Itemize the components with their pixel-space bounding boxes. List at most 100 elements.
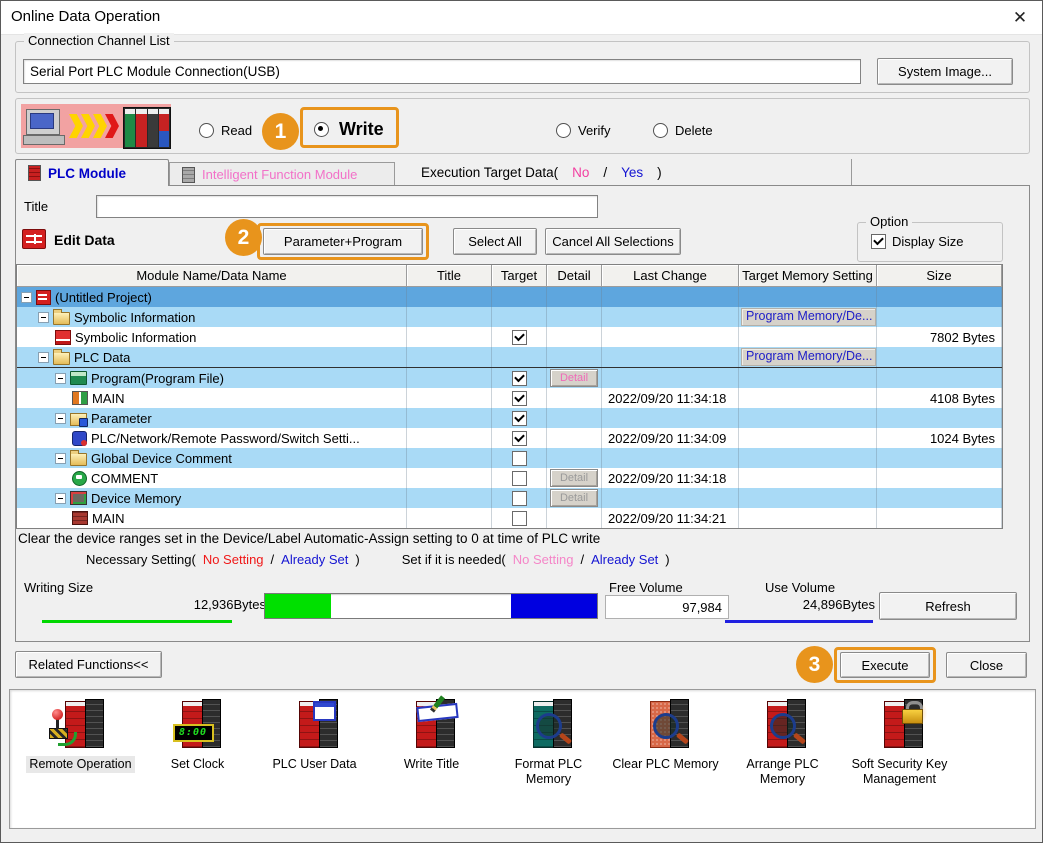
necessary-setting-prefix: Necessary Setting( xyxy=(86,552,196,567)
connection-channel-field[interactable]: Serial Port PLC Module Connection(USB) xyxy=(23,59,861,84)
related-function-item[interactable]: Arrange PLC Memory xyxy=(724,698,841,788)
joystick-ball-icon xyxy=(52,709,63,720)
last-change-cell xyxy=(602,347,739,367)
minus-icon xyxy=(58,458,63,459)
detail-cell xyxy=(547,307,602,327)
table-row[interactable]: Parameter xyxy=(17,408,1002,428)
target-checkbox[interactable] xyxy=(512,371,527,386)
tab-plc-module[interactable]: PLC Module xyxy=(15,159,169,186)
arrange-plc-memory-icon xyxy=(753,698,813,750)
radio-circle-icon xyxy=(199,123,214,138)
step-1-badge: 1 xyxy=(262,113,299,150)
select-all-button[interactable]: Select All xyxy=(453,228,537,255)
write-radio-label: Write xyxy=(339,119,384,140)
computer-base-icon xyxy=(23,135,65,145)
collapse-toggle[interactable] xyxy=(21,292,32,303)
clear-device-ranges-note: Clear the device ranges set in the Devic… xyxy=(18,531,600,546)
minus-icon xyxy=(24,297,29,298)
write-radio[interactable]: Write xyxy=(314,119,384,140)
related-function-item[interactable]: Clear PLC Memory xyxy=(607,698,724,788)
related-function-item[interactable]: Soft Security Key Management xyxy=(841,698,958,788)
display-size-checkbox[interactable]: Display Size xyxy=(871,234,964,249)
data-table: Module Name/Data NameTitleTargetDetailLa… xyxy=(16,264,1003,529)
target-checkbox[interactable] xyxy=(512,330,527,345)
table-row[interactable]: Symbolic Information7802 Bytes xyxy=(17,327,1002,347)
step-2-badge: 2 xyxy=(225,219,262,256)
table-row[interactable]: Symbolic InformationProgram Memory/De... xyxy=(17,307,1002,327)
setting-legend-note: Necessary Setting( No Setting / Already … xyxy=(86,552,670,567)
target-cell xyxy=(492,428,547,448)
related-function-item[interactable]: Remote Operation xyxy=(22,698,139,788)
detail-button[interactable]: Detail xyxy=(550,489,598,507)
module-name-cell: Global Device Comment xyxy=(17,448,407,468)
table-row[interactable]: MAIN2022/09/20 11:34:184108 Bytes xyxy=(17,388,1002,408)
related-function-item[interactable]: PLC User Data xyxy=(256,698,373,788)
target-checkbox[interactable] xyxy=(512,391,527,406)
execution-target-no: No xyxy=(572,165,589,180)
table-row[interactable]: Global Device Comment xyxy=(17,448,1002,468)
memory-setting-cell xyxy=(739,287,877,307)
table-row[interactable]: (Untitled Project) xyxy=(17,287,1002,307)
arrow-right-icon xyxy=(93,114,107,138)
soft-security-key-icon xyxy=(870,698,930,750)
collapse-toggle[interactable] xyxy=(55,413,66,424)
last-change-cell xyxy=(602,488,739,508)
tab-intelligent-function-module[interactable]: Intelligent Function Module xyxy=(169,162,395,186)
cancel-all-selections-button[interactable]: Cancel All Selections xyxy=(545,228,681,255)
writing-size-value: 12,936Bytes xyxy=(46,597,266,612)
target-checkbox[interactable] xyxy=(512,411,527,426)
table-row[interactable]: PLC/Network/Remote Password/Switch Setti… xyxy=(17,428,1002,448)
title-input[interactable] xyxy=(96,195,598,218)
radio-circle-icon xyxy=(653,123,668,138)
table-row[interactable]: PLC Data Program Memory/De... xyxy=(17,347,1002,367)
execution-target-suffix: ) xyxy=(657,165,662,180)
table-row[interactable]: MAIN2022/09/20 11:34:21 xyxy=(17,508,1002,528)
related-function-item[interactable]: 8:00Set Clock xyxy=(139,698,256,788)
target-checkbox[interactable] xyxy=(512,471,527,486)
target-checkbox[interactable] xyxy=(512,511,527,526)
related-function-item[interactable]: Format PLC Memory xyxy=(490,698,607,788)
target-cell xyxy=(492,347,547,367)
joystick-base-icon xyxy=(49,728,68,739)
detail-button[interactable]: Detail xyxy=(550,469,598,487)
module-name-cell: Device Memory xyxy=(17,488,407,508)
system-image-button[interactable]: System Image... xyxy=(877,58,1013,85)
detail-cell xyxy=(547,428,602,448)
size-cell xyxy=(877,307,1002,327)
target-checkbox[interactable] xyxy=(512,491,527,506)
module-name-label: Parameter xyxy=(91,411,152,426)
close-button[interactable]: Close xyxy=(946,652,1027,678)
related-function-item[interactable]: Write Title xyxy=(373,698,490,788)
table-row[interactable]: COMMENTDetail2022/09/20 11:34:18 xyxy=(17,468,1002,488)
column-header: Target xyxy=(492,265,547,287)
collapse-toggle[interactable] xyxy=(55,373,66,384)
title-bar: Online Data Operation ✕ xyxy=(1,1,1042,35)
necessary-no-setting: No Setting xyxy=(203,552,264,567)
detail-cell xyxy=(547,327,602,347)
related-functions-button[interactable]: Related Functions<< xyxy=(15,651,162,678)
table-row[interactable]: Program(Program File) Detail xyxy=(17,367,1002,388)
read-radio[interactable]: Read xyxy=(199,123,252,138)
table-row[interactable]: Device Memory Detail xyxy=(17,488,1002,508)
title-cell xyxy=(407,327,492,347)
write-title-icon xyxy=(402,698,462,750)
collapse-toggle[interactable] xyxy=(55,493,66,504)
needed-slash: / xyxy=(580,552,584,567)
target-checkbox[interactable] xyxy=(512,431,527,446)
memory-setting-value[interactable]: Program Memory/De... xyxy=(741,308,876,326)
target-checkbox[interactable] xyxy=(512,451,527,466)
close-icon[interactable]: ✕ xyxy=(1008,6,1032,30)
plc-module-icon xyxy=(123,107,171,149)
verify-radio[interactable]: Verify xyxy=(556,123,611,138)
collapse-toggle[interactable] xyxy=(38,352,49,363)
collapse-toggle[interactable] xyxy=(38,312,49,323)
detail-button[interactable]: Detail xyxy=(550,369,598,387)
target-cell xyxy=(492,468,547,488)
delete-radio[interactable]: Delete xyxy=(653,123,713,138)
module-name-cell: PLC Data xyxy=(17,347,407,367)
refresh-button[interactable]: Refresh xyxy=(879,592,1017,620)
use-volume-value: 24,896Bytes xyxy=(755,597,875,612)
module-name-cell: Program(Program File) xyxy=(17,368,407,388)
collapse-toggle[interactable] xyxy=(55,453,66,464)
memory-setting-value[interactable]: Program Memory/De... xyxy=(741,348,876,366)
